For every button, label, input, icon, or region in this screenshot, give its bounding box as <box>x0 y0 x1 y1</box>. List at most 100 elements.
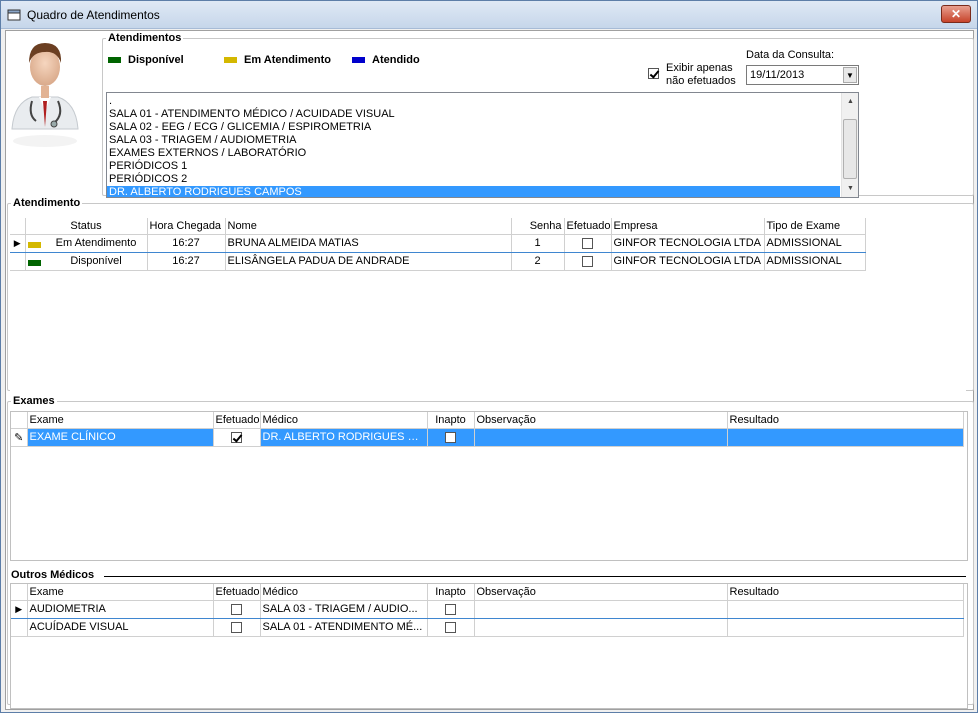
row-indicator <box>10 252 26 271</box>
efetuado-cell[interactable] <box>213 618 261 637</box>
room-list-item[interactable]: SALA 03 - TRIAGEM / AUDIOMETRIA <box>107 134 840 147</box>
exames-col-efetuado[interactable]: Efetuado <box>213 412 261 429</box>
col-tipo[interactable]: Tipo de Exame <box>764 218 866 235</box>
room-list-item[interactable]: . <box>107 95 840 108</box>
outros-row[interactable]: ACUÍDADE VISUAL SALA 01 - ATENDIMENTO MÉ.… <box>11 618 964 637</box>
legend-disponivel-label: Disponível <box>128 54 184 66</box>
room-list-item[interactable]: PERIÓDICOS 2 <box>107 173 840 186</box>
yellow-swatch <box>224 57 237 64</box>
client-area: Atendimentos Disponível Em Atendimento A… <box>5 30 974 710</box>
outros-grid: Exame Efetuado Médico Inapto Observação … <box>10 583 968 709</box>
blue-swatch <box>352 57 365 64</box>
checkbox[interactable] <box>231 621 242 633</box>
outros-col-exame[interactable]: Exame <box>27 584 214 601</box>
atendimentos-group: Atendimentos Disponível Em Atendimento A… <box>102 32 974 198</box>
empresa-cell[interactable]: GINFOR TECNOLOGIA LTDA <box>611 252 765 271</box>
atendimento-row[interactable]: Disponível 16:27 ELISÂNGELA PADUA DE ANDRA… <box>10 252 866 271</box>
obs-cell[interactable] <box>474 618 728 637</box>
scroll-thumb[interactable] <box>843 119 857 179</box>
exames-col-obs[interactable]: Observação <box>474 412 728 429</box>
senha-cell[interactable]: 2 <box>511 252 565 271</box>
outros-col-obs[interactable]: Observação <box>474 584 728 601</box>
exames-col-inapto[interactable]: Inapto <box>427 412 475 429</box>
exames-table: Exame Efetuado Médico Inapto Observação … <box>11 412 964 447</box>
outros-col-efetuado[interactable]: Efetuado <box>213 584 261 601</box>
room-list-item[interactable]: SALA 02 - EEG / ECG / GLICEMIA / ESPIROM… <box>107 121 840 134</box>
medico-cell[interactable]: DR. ALBERTO RODRIGUES C... <box>260 428 428 447</box>
efetuado-cell[interactable] <box>564 252 612 271</box>
exames-col-resultado[interactable]: Resultado <box>727 412 964 429</box>
legend-atendido: Atendido <box>352 54 420 66</box>
nome-cell[interactable]: BRUNA ALMEIDA MATIAS <box>225 233 512 253</box>
hora-cell[interactable]: 16:27 <box>147 252 226 271</box>
exame-cell[interactable]: AUDIOMETRIA <box>27 599 214 619</box>
resultado-cell[interactable] <box>727 428 964 447</box>
medico-cell[interactable]: SALA 01 - ATENDIMENTO MÉ... <box>260 618 428 637</box>
resultado-cell[interactable] <box>727 618 964 637</box>
status-cell[interactable]: Disponível <box>25 252 148 271</box>
rooms-list[interactable]: . SALA 01 - ATENDIMENTO MÉDICO / ACUIDADE… <box>106 92 859 198</box>
filter-label-2: não efetuados <box>666 75 736 87</box>
outros-col-medico[interactable]: Médico <box>260 584 428 601</box>
empresa-cell[interactable]: GINFOR TECNOLOGIA LTDA <box>611 233 765 253</box>
checkbox[interactable] <box>582 255 593 267</box>
inapto-cell[interactable] <box>427 428 475 447</box>
atendimento-table: Status Hora Chegada Nome Senha Efetuado … <box>10 218 866 271</box>
hora-cell[interactable]: 16:27 <box>147 233 226 253</box>
inapto-cell[interactable] <box>427 599 475 619</box>
main-window: Quadro de Atendimentos ✕ Atendimentos Di… <box>0 0 978 713</box>
exames-group: Exames Exame Efetuado Médico Inapto Obse… <box>7 395 974 709</box>
scroll-down-icon[interactable]: ▼ <box>842 180 858 197</box>
exame-row[interactable]: ✎ EXAME CLÍNICO DR. ALBERTO RODRIGUES C... <box>11 428 964 447</box>
row-pointer-icon: ▶ <box>11 599 28 619</box>
col-empresa[interactable]: Empresa <box>611 218 765 235</box>
outros-col-resultado[interactable]: Resultado <box>727 584 964 601</box>
col-senha[interactable]: Senha <box>511 218 565 235</box>
checkbox[interactable] <box>445 621 456 633</box>
tipo-cell[interactable]: ADMISSIONAL <box>764 233 866 253</box>
status-cell[interactable]: Em Atendimento <box>25 233 148 253</box>
checkbox[interactable] <box>231 603 242 615</box>
exame-cell[interactable]: EXAME CLÍNICO <box>27 428 214 447</box>
rooms-scrollbar[interactable]: ▲ ▼ <box>841 93 858 197</box>
efetuado-cell[interactable] <box>213 599 261 619</box>
tipo-cell[interactable]: ADMISSIONAL <box>764 252 866 271</box>
chevron-down-icon[interactable]: ▼ <box>843 67 857 83</box>
status-text: Em Atendimento <box>55 237 137 249</box>
resultado-cell[interactable] <box>727 599 964 619</box>
col-efetuado[interactable]: Efetuado <box>564 218 612 235</box>
checkbox[interactable] <box>445 431 456 443</box>
col-hora[interactable]: Hora Chegada <box>147 218 226 235</box>
scroll-up-icon[interactable]: ▲ <box>842 93 858 110</box>
checkbox[interactable] <box>231 431 242 443</box>
exames-col-exame[interactable]: Exame <box>27 412 214 429</box>
filter-checkbox[interactable] <box>648 68 659 79</box>
status-swatch <box>27 242 41 248</box>
exames-col-medico[interactable]: Médico <box>260 412 428 429</box>
room-list-item[interactable]: EXAMES EXTERNOS / LABORATÓRIO <box>107 147 840 160</box>
senha-cell[interactable]: 1 <box>511 233 565 253</box>
obs-cell[interactable] <box>474 599 728 619</box>
inapto-cell[interactable] <box>427 618 475 637</box>
atendimento-row[interactable]: ▶ Em Atendimento 16:27 BRUNA ALMEIDA MATIAS… <box>10 233 866 253</box>
doctor-avatar-icon <box>11 43 79 147</box>
room-list-item[interactable]: SALA 01 - ATENDIMENTO MÉDICO / ACUIDADE … <box>107 108 840 121</box>
exame-cell[interactable]: ACUÍDADE VISUAL <box>27 618 214 637</box>
col-nome[interactable]: Nome <box>225 218 512 235</box>
efetuado-cell[interactable] <box>564 233 612 253</box>
nome-cell[interactable]: ELISÂNGELA PADUA DE ANDRADE <box>225 252 512 271</box>
col-status[interactable]: Status <box>25 218 148 235</box>
outros-row[interactable]: ▶ AUDIOMETRIA SALA 03 - TRIAGEM / AUDIO... <box>11 599 964 619</box>
room-list-item[interactable]: PERIÓDICOS 1 <box>107 160 840 173</box>
status-text: Disponível <box>70 255 122 267</box>
legend-disponivel: Disponível <box>108 54 184 66</box>
atendimento-title: Atendimento <box>13 197 81 209</box>
obs-cell[interactable] <box>474 428 728 447</box>
efetuado-cell[interactable] <box>213 428 261 447</box>
date-combo[interactable]: 19/11/2013 ▼ <box>746 65 859 85</box>
medico-cell[interactable]: SALA 03 - TRIAGEM / AUDIO... <box>260 599 428 619</box>
outros-col-inapto[interactable]: Inapto <box>427 584 475 601</box>
checkbox[interactable] <box>445 603 456 615</box>
checkbox[interactable] <box>582 237 593 249</box>
close-button[interactable]: ✕ <box>941 5 971 23</box>
